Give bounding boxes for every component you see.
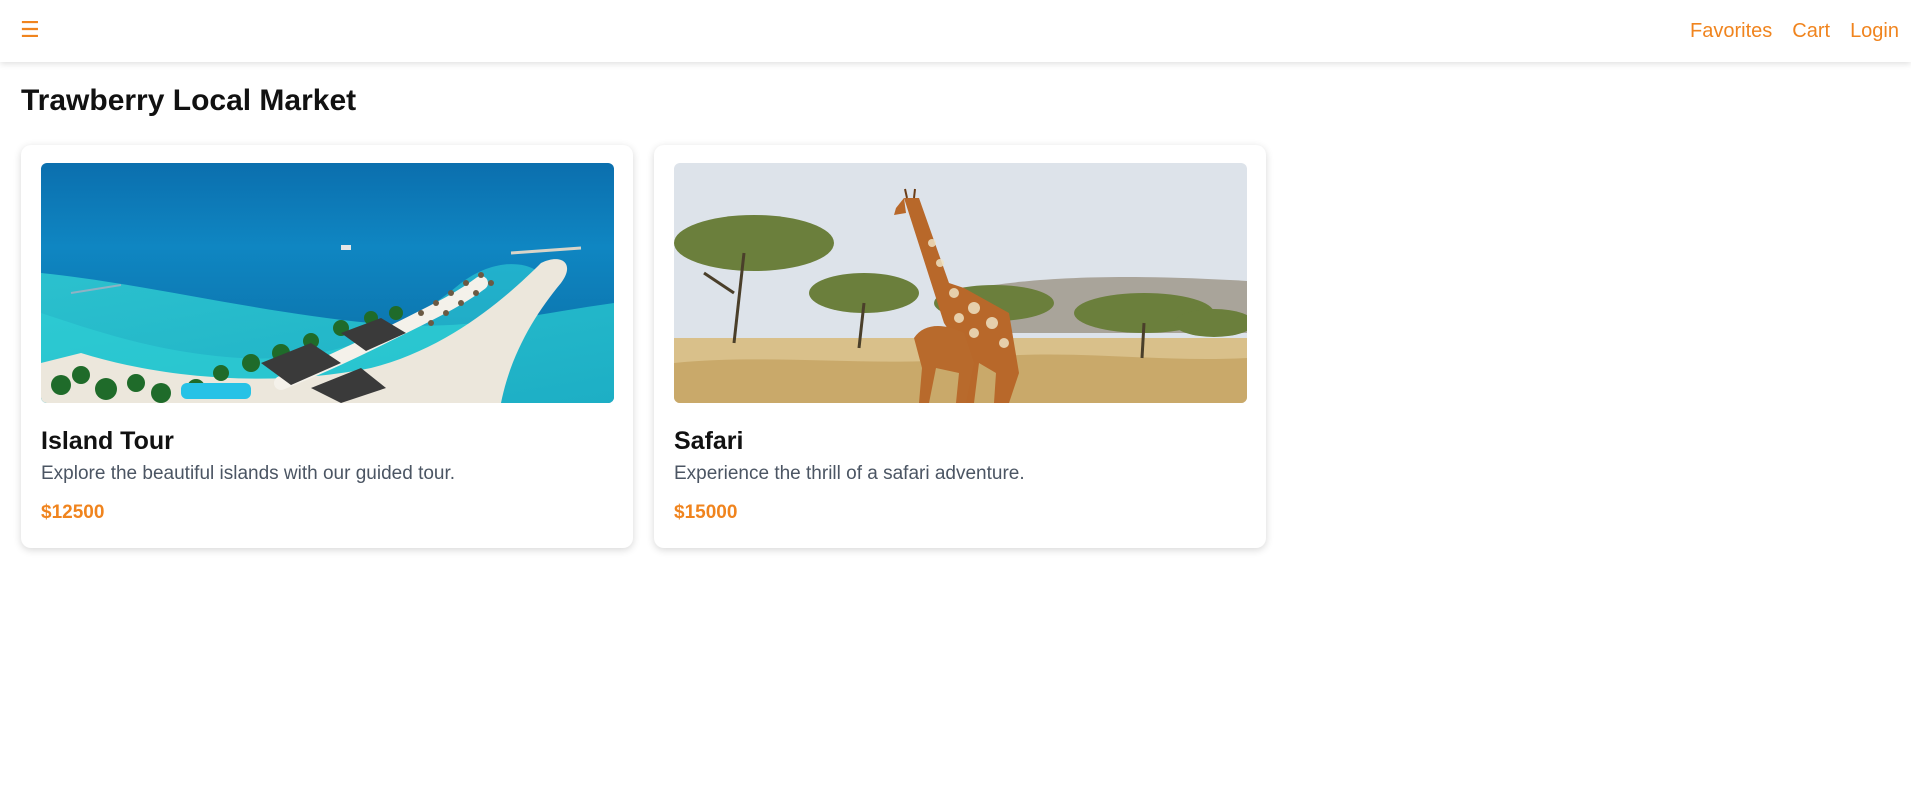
product-description: Experience the thrill of a safari advent… (674, 463, 1025, 484)
top-navbar: ☰ Favorites Cart Login (0, 0, 1911, 62)
nav-link-login[interactable]: Login (1850, 20, 1899, 43)
nav-links: Favorites Cart Login (1690, 20, 1899, 43)
island-beach-image (41, 163, 614, 403)
nav-link-cart[interactable]: Cart (1792, 20, 1830, 43)
product-price: $15000 (674, 502, 738, 523)
hamburger-menu-icon[interactable]: ☰ (20, 20, 40, 42)
giraffe-safari-image (674, 163, 1247, 403)
product-list: Island Tour Explore the beautiful island… (21, 145, 1266, 548)
product-description: Explore the beautiful islands with our g… (41, 463, 456, 484)
nav-link-favorites[interactable]: Favorites (1690, 20, 1772, 43)
product-title: Safari (674, 427, 744, 455)
product-title: Island Tour (41, 427, 174, 455)
page-title: Trawberry Local Market (21, 84, 357, 117)
product-card-safari[interactable]: Safari Experience the thrill of a safari… (654, 145, 1266, 548)
product-card-island-tour[interactable]: Island Tour Explore the beautiful island… (21, 145, 633, 548)
product-price: $12500 (41, 502, 105, 523)
